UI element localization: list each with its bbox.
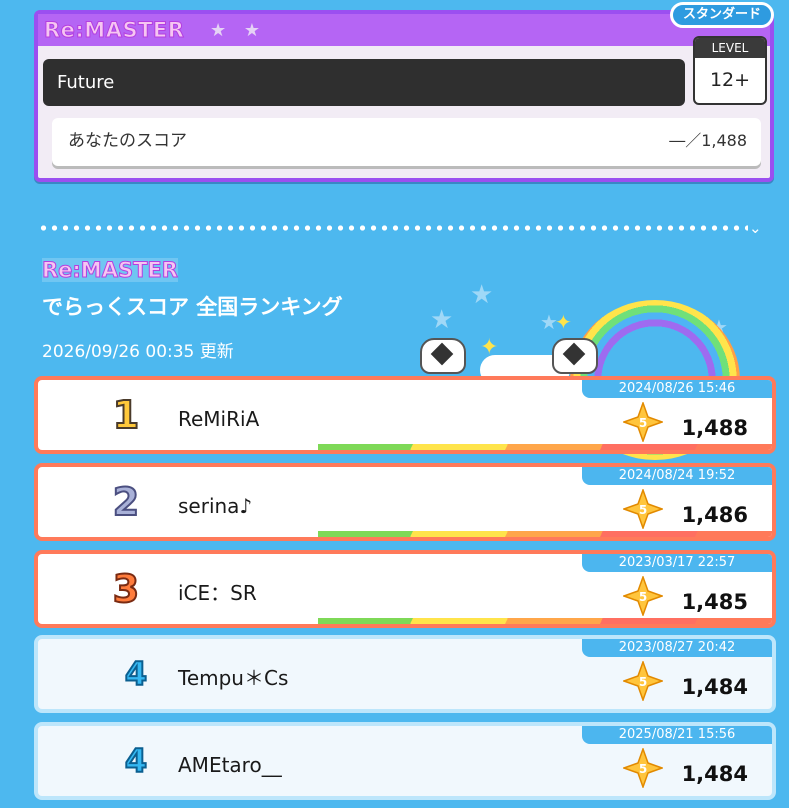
sparkle-icon: ✦ bbox=[555, 310, 572, 334]
ranking-title: でらっくスコア 全国ランキング bbox=[42, 295, 343, 319]
your-score-label: あなたのスコア bbox=[68, 131, 187, 151]
ranking-row: 1 ReMiRiA 2024/08/26 15:46 5 1,488 bbox=[34, 376, 776, 454]
player-name: ReMiRiA bbox=[178, 407, 260, 431]
badge-number: 5 bbox=[639, 762, 647, 776]
badge-number: 5 bbox=[639, 416, 647, 430]
dx-star-badge-icon: 5 bbox=[623, 748, 663, 788]
dx-star-badge-icon: 5 bbox=[623, 576, 663, 616]
player-name: iCE：SR bbox=[178, 581, 257, 605]
play-date: 2024/08/26 15:46 bbox=[582, 380, 772, 398]
dotted-divider bbox=[38, 225, 748, 231]
badge-number: 5 bbox=[639, 675, 647, 689]
star-icon: ★ bbox=[430, 305, 454, 335]
your-score-value: ―／1,488 bbox=[669, 131, 747, 150]
level-label: LEVEL bbox=[695, 38, 765, 58]
badge-number: 5 bbox=[639, 590, 647, 604]
ranking-row: 4 AMEtaro__ 2025/08/21 15:56 5 1,484 bbox=[34, 722, 776, 800]
level-box: LEVEL 12+ bbox=[693, 36, 767, 105]
song-card: Re:MASTER ★ ★ スタンダード Future LEVEL 12+ あな… bbox=[34, 2, 774, 182]
mascot-icon bbox=[552, 338, 598, 374]
player-name: AMEtaro__ bbox=[178, 753, 282, 777]
dx-star-badge-icon: 5 bbox=[623, 489, 663, 529]
star-icon: ★ bbox=[470, 280, 494, 310]
rank-number: 4 bbox=[124, 654, 148, 694]
chart-type-tab: スタンダード bbox=[670, 2, 774, 28]
ranking-updated: 2026/09/26 00:35 更新 bbox=[42, 342, 234, 362]
player-name: Tempu＊Cs bbox=[178, 666, 289, 690]
rank-number: 1 bbox=[112, 392, 140, 438]
rank-number: 2 bbox=[112, 479, 140, 525]
ranking-row: 3 iCE：SR 2023/03/17 22:57 5 1,485 bbox=[34, 550, 776, 628]
player-name: serina♪ bbox=[178, 494, 253, 518]
play-date: 2024/08/24 19:52 bbox=[582, 467, 772, 485]
ranking-difficulty-label: Re:MASTER bbox=[42, 258, 179, 283]
mascot-icon bbox=[420, 338, 466, 374]
ranking-row: 2 serina♪ 2024/08/24 19:52 5 1,486 bbox=[34, 463, 776, 541]
song-header: Re:MASTER ★ ★ bbox=[38, 14, 770, 46]
your-score-row: あなたのスコア ―／1,488 bbox=[52, 118, 761, 166]
ranking-row: 4 Tempu＊Cs 2023/08/27 20:42 5 1,484 bbox=[34, 635, 776, 713]
dx-star-badge-icon: 5 bbox=[623, 661, 663, 701]
play-date: 2023/03/17 22:57 bbox=[582, 554, 772, 572]
play-date: 2025/08/21 15:56 bbox=[582, 726, 772, 744]
dx-score: 1,484 bbox=[681, 675, 748, 699]
rank-number: 4 bbox=[124, 741, 148, 781]
dx-score: 1,488 bbox=[681, 416, 748, 440]
play-date: 2023/08/27 20:42 bbox=[582, 639, 772, 657]
dx-score: 1,485 bbox=[681, 590, 748, 614]
level-value: 12+ bbox=[709, 69, 751, 91]
difficulty-label: Re:MASTER bbox=[43, 18, 185, 43]
divider-end-icon: ⌄ bbox=[749, 219, 762, 237]
rank-number: 3 bbox=[112, 566, 140, 612]
dx-star-badge-icon: 5 bbox=[623, 402, 663, 442]
song-title: Future bbox=[43, 59, 685, 106]
dx-score: 1,484 bbox=[681, 762, 748, 786]
badge-number: 5 bbox=[639, 503, 647, 517]
star-icons: ★ ★ bbox=[210, 20, 266, 41]
dx-score: 1,486 bbox=[681, 503, 748, 527]
